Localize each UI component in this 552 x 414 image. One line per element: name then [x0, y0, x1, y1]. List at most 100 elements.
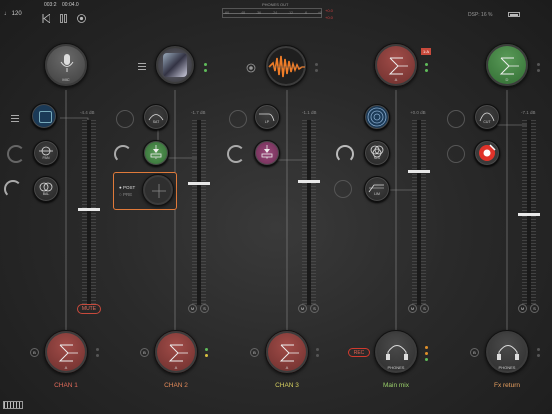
ch2-fader[interactable]	[188, 120, 210, 305]
reverb-icon	[261, 145, 273, 158]
fx-level-readout: -7.1 dB	[521, 110, 536, 115]
ch3-h-knob[interactable]	[227, 145, 245, 163]
post-radio[interactable]: ● POST	[119, 185, 135, 190]
ch1-name: CHAN 1	[54, 382, 78, 389]
ch2-menu-icon[interactable]	[138, 63, 146, 70]
main-rec-button[interactable]: REC	[348, 348, 370, 357]
main-plugin-slot[interactable]	[364, 104, 390, 130]
main-ms-node[interactable]: M/S	[364, 140, 390, 166]
ch2-led-green	[204, 69, 207, 72]
fx-mute-button[interactable]: M	[518, 304, 527, 313]
ripple-icon	[367, 107, 387, 127]
fx-output-node[interactable]: PHONES	[485, 330, 529, 374]
ch1-fader-handle[interactable]	[78, 208, 100, 211]
main-fader-handle[interactable]	[408, 170, 430, 173]
main-output-node[interactable]: PHONES	[374, 330, 418, 374]
ch1-send-knob[interactable]	[7, 145, 25, 163]
fx-fader[interactable]	[518, 120, 540, 305]
main-lim-label: LIM	[374, 192, 380, 196]
pre-label: PRE	[122, 192, 133, 197]
record-plugin-icon	[479, 144, 496, 161]
fx-output-label: PHONES	[498, 365, 516, 370]
add-send-button[interactable]	[142, 174, 174, 206]
main-input-node[interactable]: A	[374, 43, 418, 87]
main-fader[interactable]	[408, 120, 430, 305]
ch3-input-audio-node[interactable]	[265, 45, 307, 87]
ch2-input-instrument-node[interactable]	[155, 45, 195, 85]
ch1-bal-node[interactable]: BAL	[33, 176, 59, 202]
main-lim-knob[interactable]	[334, 180, 352, 198]
ch1-fader[interactable]	[78, 120, 100, 305]
fx-send-knob[interactable]	[447, 145, 465, 163]
main-input-label: A	[394, 77, 398, 82]
ch2-bus-button[interactable]: B	[140, 348, 149, 357]
send-popup: ● POST ○ PRE	[113, 172, 177, 210]
main-badge: 1:A	[421, 48, 432, 55]
main-led	[425, 352, 428, 355]
ch1-pan-label: PAN	[42, 156, 50, 160]
fx-name: Fx return	[493, 382, 520, 389]
main-mute-button[interactable]: M	[408, 304, 417, 313]
ch3-bus-button[interactable]: B	[250, 348, 259, 357]
ch3-h-node[interactable]: H	[254, 140, 280, 166]
fx-cut-knob[interactable]	[447, 110, 465, 128]
ch2-fader-handle[interactable]	[188, 182, 210, 185]
ch1-input-mic-node[interactable]: MIC	[44, 43, 88, 87]
keyboard-icon[interactable]	[3, 401, 23, 409]
ch3-fader-handle[interactable]	[298, 180, 320, 183]
ch1-led	[96, 348, 99, 351]
main-led	[425, 63, 428, 66]
lowpass-icon	[259, 113, 275, 122]
ch1-output-label: A	[64, 365, 68, 370]
ch2-send-knob[interactable]	[116, 110, 134, 128]
ch1-pan-node[interactable]: PAN	[33, 140, 59, 166]
fx-input-node[interactable]: D	[485, 43, 529, 87]
ch1-bal-knob[interactable]	[4, 180, 22, 198]
ch3-led	[315, 69, 318, 72]
ch3-solo-button[interactable]: S	[310, 304, 319, 313]
post-label: POST	[122, 185, 136, 190]
ch3-send-knob[interactable]	[229, 110, 247, 128]
ch2-output-node[interactable]: A	[154, 330, 198, 374]
ch2-d-knob[interactable]	[114, 145, 132, 163]
ch2-mute-button[interactable]: M	[188, 304, 197, 313]
pre-radio[interactable]: ○ PRE	[119, 192, 132, 197]
fx-fader-handle[interactable]	[518, 213, 540, 216]
ch3-output-node[interactable]: A	[265, 330, 309, 374]
fx-led	[537, 69, 540, 72]
ch3-led	[316, 354, 319, 357]
fx-led	[537, 348, 540, 351]
ch1-menu-icon[interactable]	[11, 115, 19, 122]
ch3-fader[interactable]	[298, 120, 320, 305]
limiter-icon	[368, 184, 384, 193]
fx-bus-button[interactable]: B	[470, 348, 479, 357]
main-led	[425, 358, 428, 361]
ch3-led	[316, 348, 319, 351]
ch2-delay-node[interactable]: D	[143, 140, 169, 166]
delay-icon	[150, 145, 162, 158]
fx-input-label: D	[505, 77, 509, 82]
ch3-led	[315, 63, 318, 66]
ch3-mute-button[interactable]: M	[298, 304, 307, 313]
ch1-level-readout: -4.4 dB	[80, 110, 95, 115]
ch2-led	[205, 348, 208, 351]
waveform-icon	[268, 55, 305, 78]
fx-record-plugin-node[interactable]	[474, 140, 500, 166]
ch2-name: CHAN 2	[164, 382, 188, 389]
ch1-mute-button[interactable]: MUTE	[77, 304, 101, 314]
ch1-bus-button[interactable]: B	[30, 348, 39, 357]
fx-led	[537, 63, 540, 66]
ch3-target-icon[interactable]	[246, 60, 256, 73]
main-lim-node[interactable]: LIM	[364, 176, 390, 202]
main-solo-button[interactable]: S	[420, 304, 429, 313]
main-ms-knob[interactable]	[336, 145, 354, 163]
ch2-solo-button[interactable]: S	[200, 304, 209, 313]
ch1-plugin-slot[interactable]	[31, 103, 57, 129]
ch1-output-node[interactable]: A	[44, 330, 88, 374]
ch2-sat-node[interactable]: SAT	[143, 104, 169, 130]
ch3-lp-node[interactable]: LP	[254, 104, 280, 130]
ch2-level-readout: -1.7 dB	[191, 110, 206, 115]
mid-side-icon	[370, 145, 384, 158]
fx-solo-button[interactable]: S	[530, 304, 539, 313]
fx-cut-node[interactable]: CUT	[474, 104, 500, 130]
